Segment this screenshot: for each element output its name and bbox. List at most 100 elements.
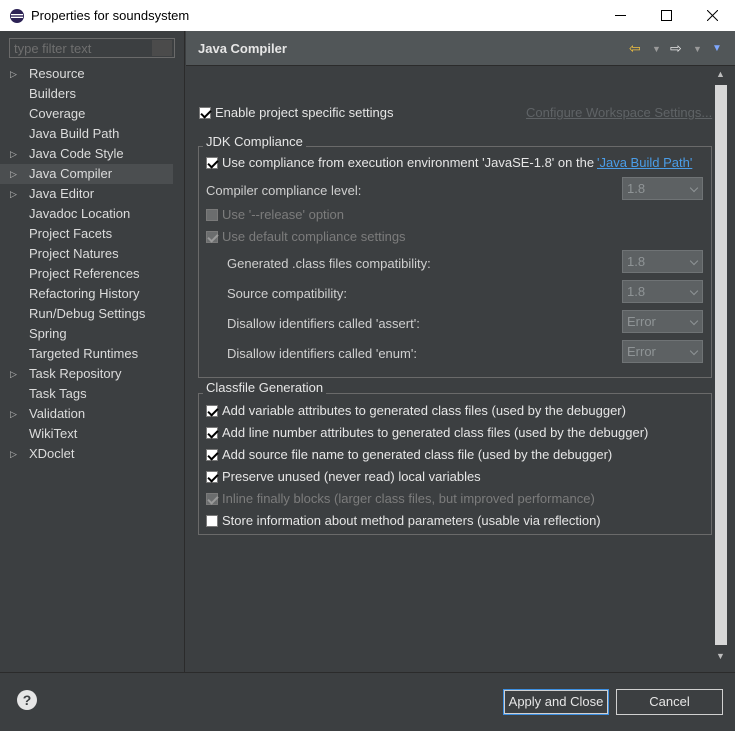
tree-item-run-debug-settings[interactable]: Run/Debug Settings — [0, 304, 185, 324]
tree-item-task-repository[interactable]: ▷ Task Repository — [0, 364, 185, 384]
page-content: Enable project specific settings Configu… — [186, 67, 713, 700]
tree-item-java-editor[interactable]: ▷ Java Editor — [0, 184, 185, 204]
tree-item-targeted-runtimes[interactable]: Targeted Runtimes — [0, 344, 185, 364]
source-compat-label: Source compatibility: — [227, 286, 347, 301]
chevron-down-icon — [689, 183, 699, 193]
tree-item-label: WikiText — [29, 426, 78, 441]
tree-item-java-compiler[interactable]: ▷ Java Compiler — [0, 164, 173, 184]
use-release-checkbox[interactable] — [206, 209, 218, 221]
classfile-option-label: Preserve unused (never read) local varia… — [222, 469, 481, 484]
tree-item-builders[interactable]: Builders — [0, 84, 185, 104]
use-default-compliance-checkbox[interactable] — [206, 231, 218, 243]
tree-item-label: Validation — [29, 406, 86, 421]
classfile-option-label: Store information about method parameter… — [222, 513, 601, 528]
generated-compat-value: 1.8 — [627, 254, 646, 269]
scrollbar-thumb[interactable] — [715, 85, 727, 645]
use-compliance-checkbox[interactable] — [206, 157, 218, 169]
jdk-compliance-title: JDK Compliance — [203, 134, 306, 149]
generated-compat-select[interactable]: 1.8 — [622, 250, 703, 273]
tree-item-label: Builders — [29, 86, 76, 101]
tree-item-label: XDoclet — [29, 446, 75, 461]
tree-item-xdoclet[interactable]: ▷ XDoclet — [0, 444, 185, 464]
tree-item-javadoc-location[interactable]: Javadoc Location — [0, 204, 185, 224]
chevron-down-icon — [689, 316, 699, 326]
use-default-compliance-label: Use default compliance settings — [222, 229, 406, 244]
tree-item-java-code-style[interactable]: ▷ Java Code Style — [0, 144, 185, 164]
back-dropdown-icon[interactable]: ▼ — [652, 44, 661, 54]
forward-dropdown-icon[interactable]: ▼ — [693, 44, 702, 54]
source-compat-select[interactable]: 1.8 — [622, 280, 703, 303]
close-icon[interactable] — [689, 0, 735, 31]
disallow-enum-select[interactable]: Error — [622, 340, 703, 363]
classfile-option-label: Inline finally blocks (larger class file… — [222, 491, 595, 506]
use-compliance-label: Use compliance from execution environmen… — [222, 155, 595, 170]
dialog-button-bar: ? Apply and Close Cancel — [0, 672, 735, 731]
classfile-option-checkbox[interactable] — [206, 405, 218, 417]
forward-arrow-icon[interactable]: ⇨ — [670, 40, 682, 57]
compliance-level-value: 1.8 — [627, 181, 646, 196]
source-compat-value: 1.8 — [627, 284, 646, 299]
view-menu-icon[interactable]: ▼ — [712, 43, 722, 54]
tree-item-task-tags[interactable]: Task Tags — [0, 384, 185, 404]
generated-compat-label: Generated .class files compatibility: — [227, 256, 431, 271]
classfile-option-checkbox[interactable] — [206, 515, 218, 527]
classfile-option-checkbox[interactable] — [206, 449, 218, 461]
page-header: Java Compiler ⇦ ▼ ⇨ ▼ ▼ — [186, 31, 735, 66]
title-bar: Properties for soundsystem — [0, 0, 735, 31]
disallow-assert-value: Error — [627, 314, 656, 329]
classfile-option-checkbox[interactable] — [206, 493, 218, 505]
classfile-option-checkbox[interactable] — [206, 427, 218, 439]
tree-item-validation[interactable]: ▷ Validation — [0, 404, 185, 424]
preferences-tree-panel: ▷ Resource Builders Coverage Java Build Path… — [0, 31, 185, 672]
filter-input[interactable] — [9, 38, 175, 58]
compliance-level-select[interactable]: 1.8 — [622, 177, 703, 200]
expand-arrow-icon[interactable]: ▷ — [10, 164, 17, 184]
expand-arrow-icon[interactable]: ▷ — [10, 64, 17, 84]
chevron-down-icon — [689, 286, 699, 296]
tree-item-wikitext[interactable]: WikiText — [0, 424, 185, 444]
maximize-icon[interactable] — [643, 0, 689, 31]
classfile-option-label: Add variable attributes to generated cla… — [222, 403, 626, 418]
disallow-assert-select[interactable]: Error — [622, 310, 703, 333]
expand-arrow-icon[interactable]: ▷ — [10, 444, 17, 464]
scroll-up-icon[interactable]: ▲ — [716, 69, 725, 79]
tree-item-resource[interactable]: ▷ Resource — [0, 64, 185, 84]
expand-arrow-icon[interactable]: ▷ — [10, 184, 17, 204]
classfile-option-checkbox[interactable] — [206, 471, 218, 483]
tree-item-java-build-path[interactable]: Java Build Path — [0, 124, 185, 144]
minimize-icon[interactable] — [597, 0, 643, 31]
preferences-tree: ▷ Resource Builders Coverage Java Build Path… — [0, 64, 185, 464]
tree-item-project-references[interactable]: Project References — [0, 264, 185, 284]
tree-item-label: Project Facets — [29, 226, 113, 241]
classfile-option-label: Add source file name to generated class … — [222, 447, 613, 462]
enable-project-specific-checkbox[interactable] — [199, 107, 211, 119]
clear-filter-icon[interactable] — [152, 40, 172, 56]
expand-arrow-icon[interactable]: ▷ — [10, 364, 17, 384]
cancel-button[interactable]: Cancel — [616, 689, 723, 715]
configure-workspace-link[interactable]: Configure Workspace Settings... — [526, 105, 712, 120]
expand-arrow-icon[interactable]: ▷ — [10, 144, 17, 164]
tree-item-label: Run/Debug Settings — [29, 306, 146, 321]
tree-item-spring[interactable]: Spring — [0, 324, 185, 344]
tree-item-coverage[interactable]: Coverage — [0, 104, 185, 124]
tree-item-label: Coverage — [29, 106, 86, 121]
apply-and-close-button[interactable]: Apply and Close — [503, 689, 609, 715]
vertical-scrollbar[interactable]: ▲ ▼ — [713, 67, 729, 664]
window-title: Properties for soundsystem — [31, 8, 190, 23]
back-arrow-icon[interactable]: ⇦ — [629, 40, 641, 57]
tree-item-label: Project References — [29, 266, 140, 281]
chevron-down-icon — [689, 256, 699, 266]
chevron-down-icon — [689, 346, 699, 356]
java-build-path-link[interactable]: 'Java Build Path' — [597, 155, 692, 170]
tree-item-refactoring-history[interactable]: Refactoring History — [0, 284, 185, 304]
expand-arrow-icon[interactable]: ▷ — [10, 404, 17, 424]
use-release-label: Use '--release' option — [222, 207, 345, 222]
property-page: Java Compiler ⇦ ▼ ⇨ ▼ ▼ Enable project s… — [186, 31, 735, 700]
tree-item-project-natures[interactable]: Project Natures — [0, 244, 185, 264]
help-icon[interactable]: ? — [17, 690, 37, 710]
tree-item-label: Javadoc Location — [29, 206, 131, 221]
compliance-level-label: Compiler compliance level: — [206, 183, 362, 198]
tree-item-label: Refactoring History — [29, 286, 140, 301]
tree-item-project-facets[interactable]: Project Facets — [0, 224, 185, 244]
scroll-down-icon[interactable]: ▼ — [716, 651, 725, 661]
